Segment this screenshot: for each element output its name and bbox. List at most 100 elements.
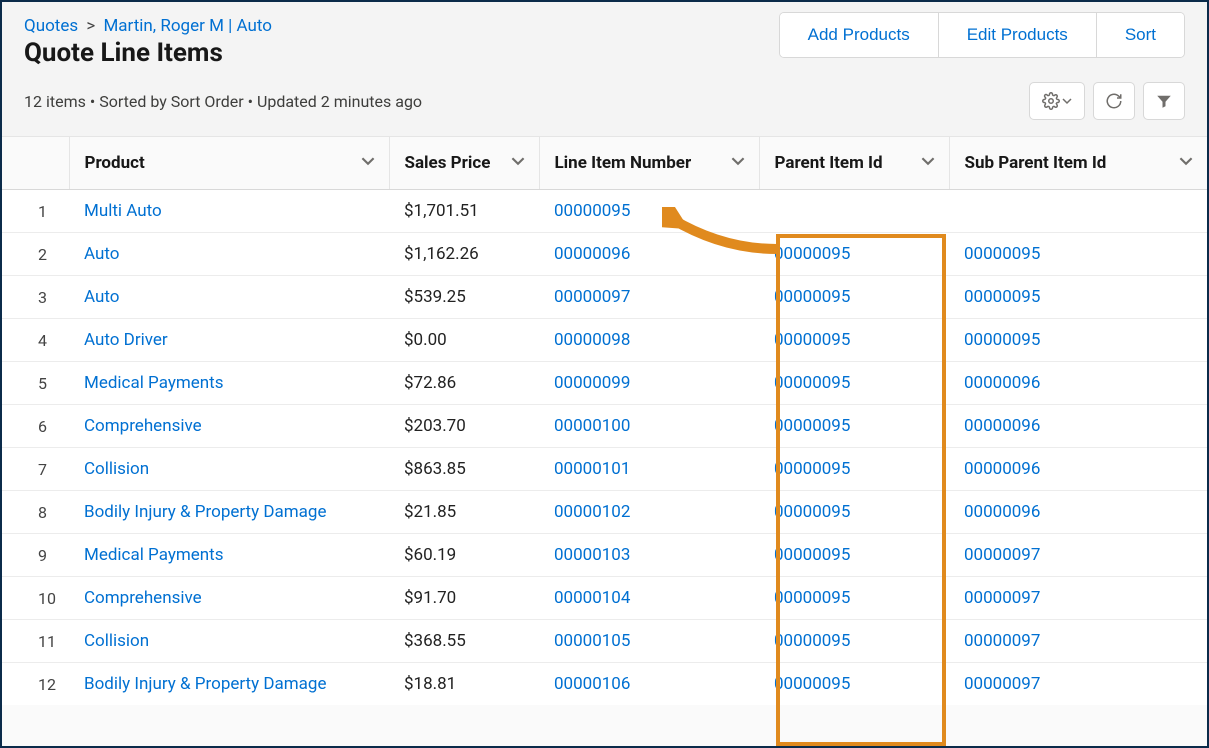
column-header-product[interactable]: Product	[70, 137, 390, 190]
sort-button[interactable]: Sort	[1097, 13, 1184, 57]
column-header-sales-price[interactable]: Sales Price	[390, 137, 540, 190]
filter-button[interactable]	[1143, 82, 1185, 120]
sales-price-cell: $0.00	[390, 319, 540, 362]
line-items-table: Product Sales Price Line Item Number Par…	[2, 137, 1207, 705]
parent-item-id-link[interactable]: 00000095	[774, 287, 850, 307]
row-number: 8	[2, 491, 70, 534]
chevron-down-icon	[361, 153, 375, 173]
line-item-number-link[interactable]: 00000098	[554, 330, 630, 350]
product-link[interactable]: Auto	[84, 244, 119, 264]
table-row: 3 Auto $539.25 00000097 00000095 00000095	[2, 276, 1207, 319]
sales-price-cell: $1,701.51	[390, 190, 540, 233]
parent-item-id-link[interactable]: 00000095	[774, 373, 850, 393]
column-header-label: Line Item Number	[554, 153, 691, 173]
add-products-button[interactable]: Add Products	[780, 13, 939, 57]
sub-parent-item-id-link[interactable]: 00000097	[964, 631, 1040, 651]
line-item-number-link[interactable]: 00000105	[554, 631, 630, 651]
sub-parent-item-id-link[interactable]: 00000097	[964, 588, 1040, 608]
gear-icon	[1042, 92, 1060, 110]
line-item-number-link[interactable]: 00000102	[554, 502, 630, 522]
line-item-number-link[interactable]: 00000096	[554, 244, 630, 264]
sub-parent-item-id-link[interactable]: 00000096	[964, 459, 1040, 479]
breadcrumb-current-link[interactable]: Martin, Roger M | Auto	[103, 16, 272, 36]
product-link[interactable]: Medical Payments	[84, 545, 224, 565]
parent-item-id-link[interactable]: 00000095	[774, 631, 850, 651]
refresh-button[interactable]	[1093, 82, 1135, 120]
sales-price-cell: $18.81	[390, 663, 540, 706]
product-link[interactable]: Bodily Injury & Property Damage	[84, 674, 327, 694]
row-number: 3	[2, 276, 70, 319]
breadcrumb-separator: >	[82, 16, 99, 36]
row-number: 6	[2, 405, 70, 448]
line-item-number-link[interactable]: 00000101	[554, 459, 630, 479]
page-header: Quotes > Martin, Roger M | Auto Quote Li…	[2, 2, 1207, 137]
column-header-sub-parent-item-id[interactable]: Sub Parent Item Id	[950, 137, 1207, 190]
sub-parent-item-id-link[interactable]: 00000096	[964, 373, 1040, 393]
sales-price-cell: $539.25	[390, 276, 540, 319]
parent-item-id-link[interactable]: 00000095	[774, 674, 850, 694]
line-item-number-link[interactable]: 00000097	[554, 287, 630, 307]
table-row: 1 Multi Auto $1,701.51 00000095	[2, 190, 1207, 233]
column-header-label: Sub Parent Item Id	[964, 153, 1106, 173]
table-row: 4Auto Driver$0.0000000098000000950000009…	[2, 319, 1207, 362]
line-item-number-link[interactable]: 00000099	[554, 373, 630, 393]
line-item-number-link[interactable]: 00000103	[554, 545, 630, 565]
sub-parent-item-id-link[interactable]: 00000095	[964, 330, 1040, 350]
edit-products-button[interactable]: Edit Products	[939, 13, 1097, 57]
line-item-number-link[interactable]: 00000106	[554, 674, 630, 694]
table-row: 12 Bodily Injury & Property Damage $18.81 0…	[2, 663, 1207, 706]
row-number: 7	[2, 448, 70, 491]
sales-price-cell: $368.55	[390, 620, 540, 663]
sales-price-cell: $1,162.26	[390, 233, 540, 276]
parent-item-id-link[interactable]: 00000095	[774, 502, 850, 522]
refresh-icon	[1105, 92, 1123, 110]
line-item-number-link[interactable]: 00000095	[554, 201, 630, 221]
breadcrumb-root-link[interactable]: Quotes	[24, 16, 78, 36]
sales-price-cell: $203.70	[390, 405, 540, 448]
parent-item-id-link[interactable]: 00000095	[774, 416, 850, 436]
parent-item-id-link[interactable]: 00000095	[774, 459, 850, 479]
product-link[interactable]: Auto Driver	[84, 330, 168, 350]
sales-price-cell: $863.85	[390, 448, 540, 491]
table-row: 7 Collision $863.85 00000101 00000095 0000009…	[2, 448, 1207, 491]
column-header-label: Parent Item Id	[774, 153, 882, 173]
sales-price-cell: $21.85	[390, 491, 540, 534]
row-number: 1	[2, 190, 70, 233]
chevron-down-icon	[511, 153, 525, 173]
sub-parent-item-id-link[interactable]: 00000097	[964, 674, 1040, 694]
list-status-text: 12 items • Sorted by Sort Order • Update…	[24, 92, 422, 111]
sub-parent-item-id-link[interactable]: 00000095	[964, 287, 1040, 307]
parent-item-id-link[interactable]: 00000095	[774, 330, 850, 350]
table-row: 8 Bodily Injury & Property Damage $21.85 00…	[2, 491, 1207, 534]
column-header-line-item-number[interactable]: Line Item Number	[540, 137, 760, 190]
page-title: Quote Line Items	[24, 38, 223, 68]
parent-item-id-link[interactable]: 00000095	[774, 588, 850, 608]
row-number: 2	[2, 233, 70, 276]
product-link[interactable]: Medical Payments	[84, 373, 224, 393]
row-number: 5	[2, 362, 70, 405]
sub-parent-item-id-link[interactable]: 00000096	[964, 502, 1040, 522]
product-link[interactable]: Multi Auto	[84, 201, 162, 221]
column-header-parent-item-id[interactable]: Parent Item Id	[760, 137, 950, 190]
line-item-number-link[interactable]: 00000100	[554, 416, 630, 436]
product-link[interactable]: Auto	[84, 287, 119, 307]
list-settings-button[interactable]	[1029, 82, 1085, 120]
sales-price-cell: $91.70	[390, 577, 540, 620]
table-row: 6 Comprehensive $203.70 00000100 00000095 000…	[2, 405, 1207, 448]
line-item-number-link[interactable]: 00000104	[554, 588, 630, 608]
list-toolbar	[1029, 82, 1185, 120]
row-number: 11	[2, 620, 70, 663]
product-link[interactable]: Bodily Injury & Property Damage	[84, 502, 327, 522]
product-link[interactable]: Comprehensive	[84, 416, 202, 436]
product-link[interactable]: Collision	[84, 631, 149, 651]
sub-parent-item-id-link[interactable]: 00000096	[964, 416, 1040, 436]
column-header-row-number	[2, 137, 70, 190]
sub-parent-item-id-link[interactable]: 00000095	[964, 244, 1040, 264]
product-link[interactable]: Comprehensive	[84, 588, 202, 608]
parent-item-id-cell	[760, 190, 950, 233]
product-link[interactable]: Collision	[84, 459, 149, 479]
sub-parent-item-id-link[interactable]: 00000097	[964, 545, 1040, 565]
parent-item-id-link[interactable]: 00000095	[774, 545, 850, 565]
row-number: 12	[2, 663, 70, 706]
parent-item-id-link[interactable]: 00000095	[774, 244, 850, 264]
